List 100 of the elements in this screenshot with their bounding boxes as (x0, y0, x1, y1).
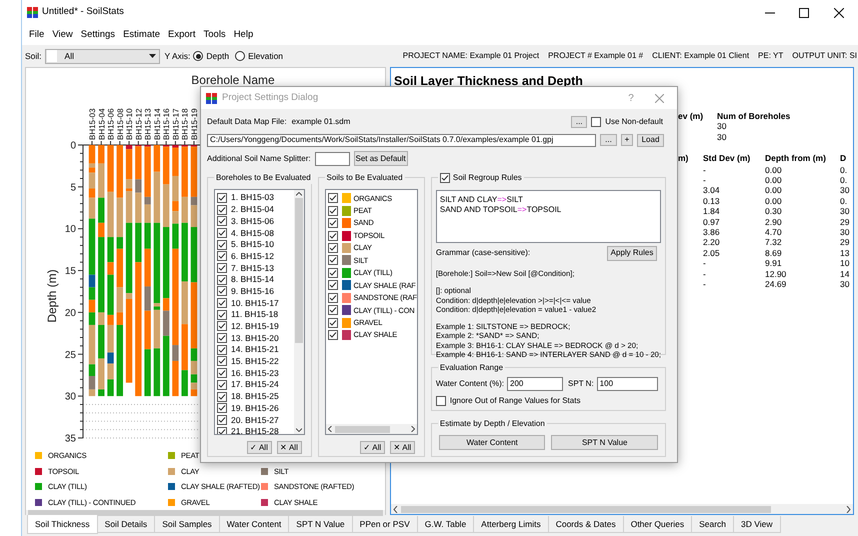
list-item-label[interactable]: 20. BH15-27 (231, 414, 279, 426)
list-item-label[interactable]: 6. BH15-12 (231, 250, 274, 263)
estimate-button[interactable]: SPT N Value (551, 435, 658, 450)
apply-rules-button[interactable]: Apply Rules (607, 246, 657, 260)
checkbox[interactable] (217, 426, 227, 434)
check-all-button[interactable]: ✓ All (360, 441, 385, 454)
spt-n-field[interactable]: 100 (596, 377, 658, 391)
checkbox[interactable] (328, 242, 338, 253)
checkbox[interactable] (217, 368, 227, 378)
tab[interactable]: Soil Samples (155, 516, 220, 533)
menu-item[interactable]: Settings (76, 28, 120, 42)
soil-dropdown[interactable]: All (44, 48, 160, 64)
checkbox[interactable] (328, 218, 338, 228)
set-default-button[interactable]: Set as Default (354, 151, 408, 166)
list-item-label[interactable]: 4. BH15-08 (231, 226, 274, 240)
checkbox[interactable] (328, 268, 338, 278)
radio-button[interactable] (235, 51, 246, 61)
checkbox[interactable] (591, 117, 602, 127)
list-item-label[interactable]: 9. BH15-16 (231, 284, 274, 298)
checkbox[interactable] (328, 305, 338, 316)
menu-item[interactable]: Export (164, 28, 200, 42)
checkbox[interactable] (217, 403, 227, 414)
browse-button[interactable]: ... (600, 134, 617, 146)
menu-item[interactable]: View (48, 28, 77, 42)
checkbox[interactable] (217, 392, 227, 402)
add-button[interactable]: + (621, 134, 633, 146)
water-content-field[interactable]: 200 (507, 377, 564, 391)
checkbox[interactable] (328, 330, 338, 340)
list-item-label[interactable]: 2. BH15-04 (231, 203, 274, 216)
uncheck-all-button[interactable]: ✕ All (276, 441, 302, 454)
horizontal-scrollbar[interactable] (391, 504, 853, 514)
list-item-label[interactable]: 1. BH15-03 (231, 191, 274, 204)
tab[interactable]: Atterberg Limits (474, 516, 549, 533)
checkbox[interactable] (217, 310, 227, 320)
estimate-button[interactable]: Water Content (438, 435, 546, 450)
checkbox[interactable] (328, 292, 338, 303)
checkbox[interactable] (217, 298, 227, 308)
checkbox[interactable] (217, 240, 227, 250)
tab[interactable]: Other Queries (624, 516, 692, 533)
list-item-label[interactable]: 16. BH15-23 (231, 366, 279, 380)
list-item-label[interactable]: 8. BH15-14 (231, 273, 274, 286)
checkbox[interactable] (217, 251, 227, 262)
list-item-label[interactable]: 3. BH15-06 (231, 214, 274, 228)
menu-item[interactable]: Estimate (119, 28, 164, 42)
checkbox[interactable] (217, 274, 227, 285)
menu-item[interactable]: File (25, 28, 48, 42)
splitter-field[interactable] (314, 152, 350, 166)
checkbox[interactable] (217, 204, 227, 215)
checkbox[interactable] (436, 396, 446, 406)
list-item-label[interactable]: 5. BH15-10 (231, 238, 274, 251)
tab[interactable]: Water Content (220, 516, 290, 533)
vertical-scrollbar[interactable] (294, 190, 304, 434)
checkbox[interactable] (217, 228, 227, 238)
tab[interactable]: Soil Thickness (27, 515, 98, 534)
tab[interactable]: Search (692, 516, 734, 533)
check-all-button[interactable]: ✓ All (246, 441, 272, 454)
checkbox[interactable] (328, 193, 338, 204)
list-item-label[interactable]: 17. BH15-24 (231, 378, 279, 392)
checkbox[interactable] (328, 318, 338, 328)
checkbox[interactable] (328, 206, 338, 216)
radio-button[interactable] (193, 51, 204, 61)
checkbox[interactable] (328, 230, 338, 241)
rules-text-area[interactable]: SILT AND CLAY=>SILT SAND AND TOPSOIL=>TOPSOIL (436, 190, 661, 243)
checkbox[interactable] (440, 173, 450, 183)
list-item-label[interactable]: 18. BH15-25 (231, 390, 279, 403)
list-item-label[interactable]: 14. BH15-21 (231, 343, 279, 356)
list-item-label[interactable]: 21. BH15-28 (231, 425, 279, 434)
tab[interactable]: PPen or PSV (352, 516, 418, 533)
checkbox[interactable] (217, 333, 227, 344)
uncheck-all-button[interactable]: ✕ All (390, 441, 415, 454)
checkbox[interactable] (328, 280, 338, 290)
tab[interactable]: Coords & Dates (548, 516, 624, 533)
checkbox[interactable] (328, 255, 338, 266)
list-item-label[interactable]: 15. BH15-22 (231, 355, 279, 368)
checkbox[interactable] (217, 414, 227, 425)
tab[interactable]: G.W. Table (418, 516, 474, 533)
checkbox[interactable] (217, 262, 227, 273)
tab[interactable]: 3D View (734, 516, 781, 533)
load-button[interactable]: Load (637, 134, 664, 146)
list-item-label[interactable]: 10. BH15-17 (231, 296, 279, 310)
checkbox[interactable] (217, 356, 227, 366)
list-item-label[interactable]: 19. BH15-26 (231, 402, 279, 415)
checkbox[interactable] (217, 321, 227, 332)
checkbox[interactable] (217, 344, 227, 355)
menu-item[interactable]: Tools (200, 28, 230, 42)
checkbox[interactable] (217, 380, 227, 390)
scroll-left-icon (328, 426, 332, 432)
checkbox[interactable] (217, 216, 227, 226)
browse-button[interactable]: ... (571, 116, 588, 128)
menu-item[interactable]: Help (230, 28, 258, 42)
list-item-label[interactable]: 12. BH15-19 (231, 320, 279, 333)
list-item-label[interactable]: 11. BH15-18 (231, 308, 278, 322)
checkbox[interactable] (217, 286, 227, 296)
tab[interactable]: Soil Details (98, 516, 156, 533)
list-item-label[interactable]: 13. BH15-20 (231, 332, 279, 344)
horizontal-scrollbar[interactable] (326, 424, 417, 434)
tab[interactable]: SPT N Value (289, 516, 353, 533)
project-path-field[interactable]: C:/Users/Yonggeng/Documents/Work/SoilStats/Installer/SoilStats 0.7.0/examples/example 01.gpj (207, 134, 596, 146)
list-item-label[interactable]: 7. BH15-13 (231, 262, 274, 274)
checkbox[interactable] (217, 192, 227, 203)
